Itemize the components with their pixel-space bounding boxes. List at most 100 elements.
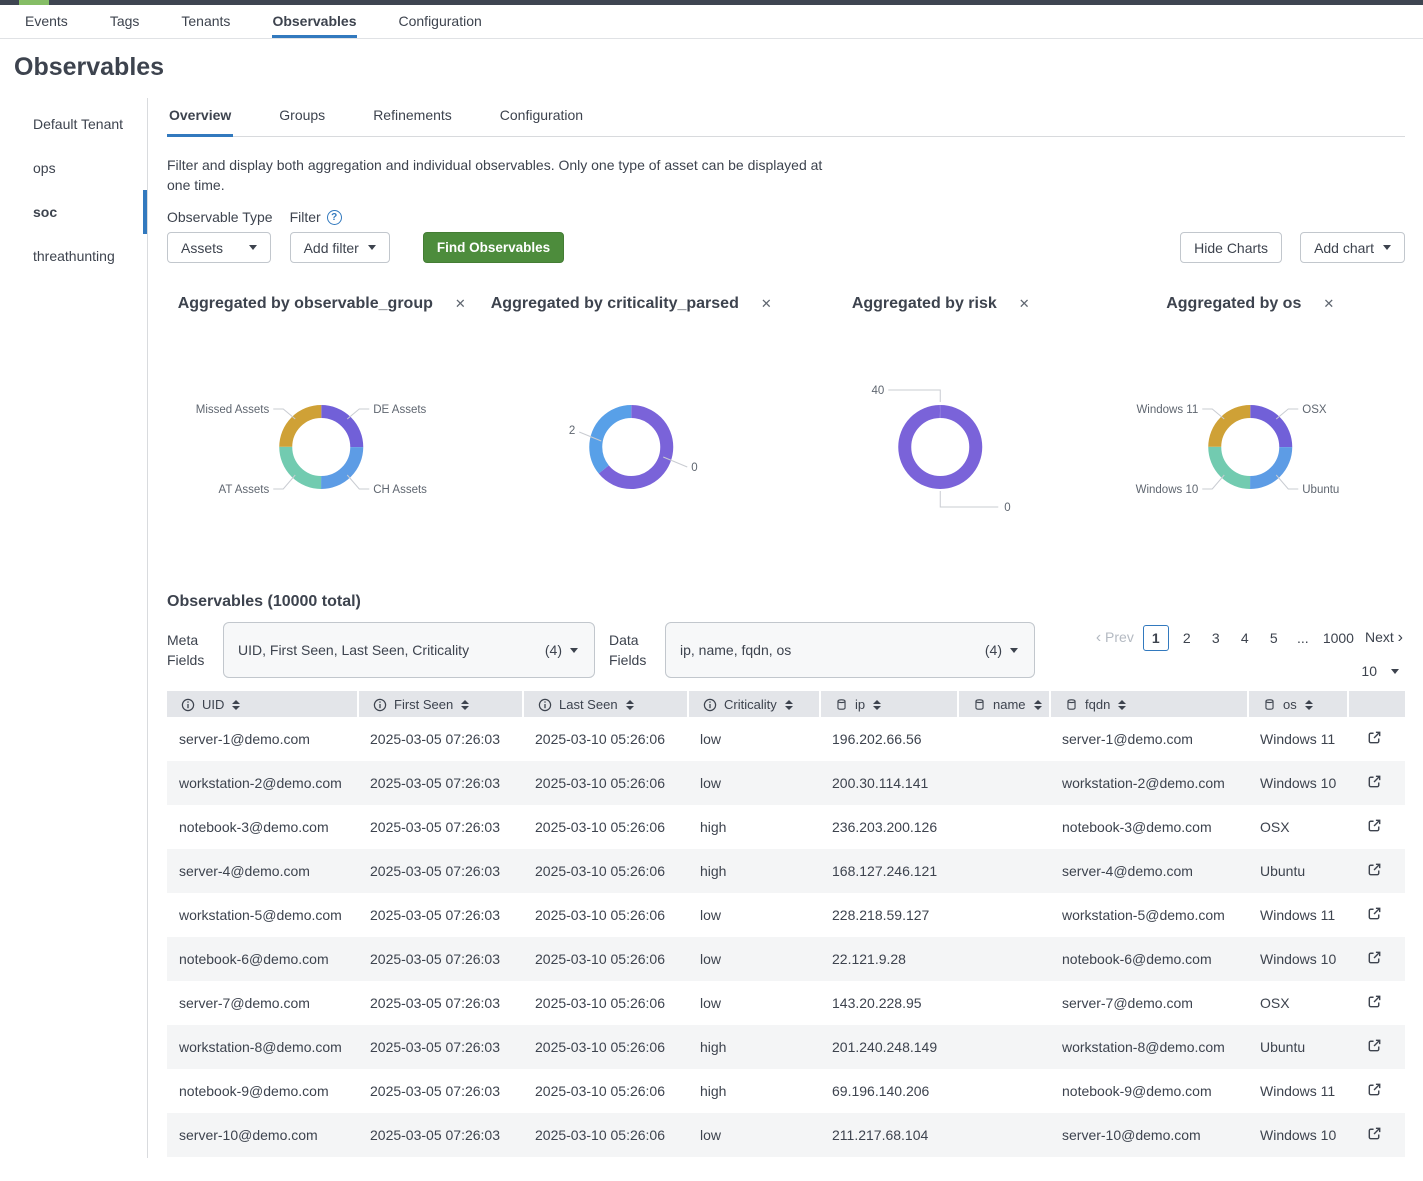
column-header-uid[interactable]: UID [167, 691, 358, 717]
chart-title: Aggregated by risk [852, 295, 997, 313]
cell-first-seen: 2025-03-05 07:26:03 [358, 717, 523, 761]
external-link-icon[interactable] [1366, 1125, 1383, 1142]
cell-actions [1348, 717, 1405, 761]
column-header-fqdn[interactable]: fqdn [1050, 691, 1248, 717]
pagination-page-1000[interactable]: 1000 [1321, 626, 1356, 650]
sort-icon[interactable] [873, 700, 881, 710]
sort-icon[interactable] [1034, 700, 1042, 710]
tab-groups[interactable]: Groups [277, 98, 327, 137]
cell-uid: server-10@demo.com [167, 1113, 358, 1157]
nav-item-tags[interactable]: Tags [110, 5, 140, 38]
fields-row: Meta Fields UID, First Seen, Last Seen, … [167, 621, 1405, 679]
table-row: notebook-6@demo.com2025-03-05 07:26:0320… [167, 937, 1405, 981]
column-header-criticality[interactable]: Criticality [688, 691, 820, 717]
column-header-last-seen[interactable]: Last Seen [523, 691, 688, 717]
nav-item-events[interactable]: Events [25, 5, 68, 38]
column-header-os[interactable]: os [1248, 691, 1348, 717]
cell-fqdn: notebook-3@demo.com [1050, 805, 1248, 849]
table-row: server-10@demo.com2025-03-05 07:26:03202… [167, 1113, 1405, 1157]
external-link-icon[interactable] [1366, 993, 1383, 1010]
add-filter-label: Add filter [304, 240, 359, 256]
tenant-sidebar: Default Tenantopssocthreathunting [0, 98, 148, 1158]
cell-name [958, 1113, 1050, 1157]
sidebar-item-threathunting[interactable]: threathunting [0, 234, 147, 278]
cell-ip: 168.127.246.121 [820, 849, 958, 893]
column-header-first-seen[interactable]: First Seen [358, 691, 523, 717]
nav-item-tenants[interactable]: Tenants [181, 5, 230, 38]
meta-fields-select[interactable]: UID, First Seen, Last Seen, Criticality … [223, 622, 595, 678]
tab-refinements[interactable]: Refinements [371, 98, 454, 137]
sort-icon[interactable] [785, 700, 793, 710]
cell-last-seen: 2025-03-10 05:26:06 [523, 1113, 688, 1157]
page-size-select[interactable]: 10 [1361, 663, 1399, 679]
chart-title: Aggregated by observable_group [178, 295, 433, 313]
sort-icon[interactable] [626, 700, 634, 710]
pagination-page-2[interactable]: 2 [1176, 626, 1198, 650]
top-accent-bar [0, 0, 1423, 5]
observable-type-select[interactable]: Assets [167, 232, 271, 263]
cell-ip: 143.20.228.95 [820, 981, 958, 1025]
external-link-icon[interactable] [1366, 905, 1383, 922]
chart-slice-label: OSX [1302, 404, 1327, 416]
chart-title-row: Aggregated by risk ✕ [786, 293, 1096, 315]
cell-name [958, 937, 1050, 981]
data-fields-select[interactable]: ip, name, fqdn, os (4) [665, 622, 1035, 678]
chart-close-icon[interactable]: ✕ [761, 296, 772, 312]
pagination-page-4[interactable]: 4 [1234, 626, 1256, 650]
chart-close-icon[interactable]: ✕ [1019, 296, 1030, 312]
column-label: fqdn [1085, 697, 1110, 712]
info-icon [538, 698, 552, 712]
pagination-page-1[interactable]: 1 [1143, 625, 1169, 651]
external-link-icon[interactable] [1366, 861, 1383, 878]
cell-name [958, 717, 1050, 761]
cell-os: Windows 11 [1248, 717, 1348, 761]
hide-charts-button[interactable]: Hide Charts [1180, 232, 1282, 263]
chart-close-icon[interactable]: ✕ [1323, 296, 1334, 312]
add-chart-dropdown[interactable]: Add chart [1300, 232, 1405, 263]
sort-icon[interactable] [232, 700, 240, 710]
external-link-icon[interactable] [1366, 817, 1383, 834]
chart-panel: Aggregated by os✕OSXUbuntuWindows 10Wind… [1096, 293, 1406, 565]
sort-icon[interactable] [1305, 700, 1313, 710]
cell-criticality: low [688, 1113, 820, 1157]
database-icon [1065, 698, 1078, 711]
external-link-icon[interactable] [1366, 949, 1383, 966]
table-body: server-1@demo.com2025-03-05 07:26:032025… [167, 717, 1405, 1157]
cell-last-seen: 2025-03-10 05:26:06 [523, 849, 688, 893]
pagination-next[interactable]: Next › [1363, 625, 1405, 651]
tab-configuration[interactable]: Configuration [498, 98, 585, 137]
pagination-page-5[interactable]: 5 [1263, 626, 1285, 650]
external-link-icon[interactable] [1366, 729, 1383, 746]
sort-icon[interactable] [1118, 700, 1126, 710]
chart-close-icon[interactable]: ✕ [455, 296, 466, 312]
column-header-ip[interactable]: ip [820, 691, 958, 717]
column-header-name[interactable]: name [958, 691, 1050, 717]
sidebar-item-ops[interactable]: ops [0, 146, 147, 190]
donut-chart: 400 [786, 315, 1096, 565]
external-link-icon[interactable] [1366, 1037, 1383, 1054]
donut-chart: DE AssetsCH AssetsAT AssetsMissed Assets [167, 315, 477, 565]
add-filter-dropdown[interactable]: Add filter [290, 232, 390, 263]
nav-item-observables[interactable]: Observables [272, 5, 356, 38]
nav-item-configuration[interactable]: Configuration [399, 5, 482, 38]
tab-overview[interactable]: Overview [167, 98, 233, 137]
sidebar-item-default-tenant[interactable]: Default Tenant [0, 102, 147, 146]
cell-os: Windows 10 [1248, 1113, 1348, 1157]
sort-icon[interactable] [461, 700, 469, 710]
top-navigation: Events Tags Tenants Observables Configuratio… [0, 5, 1423, 39]
cell-fqdn: workstation-2@demo.com [1050, 761, 1248, 805]
tab-bar: Overview Groups Refinements Configuration [167, 98, 1405, 137]
external-link-icon[interactable] [1366, 773, 1383, 790]
cell-criticality: high [688, 849, 820, 893]
find-observables-button[interactable]: Find Observables [423, 232, 564, 263]
chevron-down-icon [368, 245, 376, 250]
cell-ip: 211.217.68.104 [820, 1113, 958, 1157]
pagination-page-3[interactable]: 3 [1205, 626, 1227, 650]
external-link-icon[interactable] [1366, 1081, 1383, 1098]
help-icon[interactable]: ? [327, 210, 342, 225]
cell-first-seen: 2025-03-05 07:26:03 [358, 1025, 523, 1069]
sidebar-item-soc[interactable]: soc [0, 190, 147, 234]
column-header-actions [1348, 691, 1405, 717]
cell-fqdn: server-10@demo.com [1050, 1113, 1248, 1157]
cell-name [958, 849, 1050, 893]
